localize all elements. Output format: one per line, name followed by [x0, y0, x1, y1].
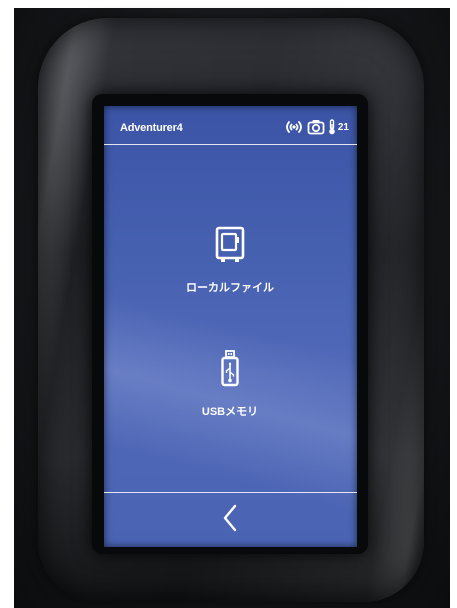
back-button[interactable] — [210, 502, 250, 538]
usb-memory-label: USBメモリ — [201, 406, 259, 418]
usb-drive-icon — [220, 350, 240, 393]
local-file-label: ローカルファイル — [186, 282, 274, 294]
footer-divider — [104, 492, 357, 493]
wifi-signal-icon[interactable] — [284, 120, 304, 134]
thermometer-icon — [328, 119, 336, 135]
photo-background: Adventurer4 21 ローカルファイル USBメモリ — [0, 0, 457, 608]
usb-memory-button[interactable]: USBメモリ — [150, 350, 310, 419]
device-name: Adventurer4 — [120, 122, 183, 134]
status-icons: 21 — [284, 118, 349, 136]
status-bar: Adventurer4 21 — [104, 106, 357, 148]
local-file-button[interactable]: ローカルファイル — [150, 226, 310, 295]
header-divider — [104, 144, 357, 145]
touch-screen: Adventurer4 21 ローカルファイル USBメモリ — [104, 106, 357, 547]
temperature-value: 21 — [337, 121, 349, 133]
camera-icon[interactable] — [307, 119, 325, 135]
local-file-icon — [215, 226, 245, 269]
chevron-left-icon — [222, 504, 238, 537]
